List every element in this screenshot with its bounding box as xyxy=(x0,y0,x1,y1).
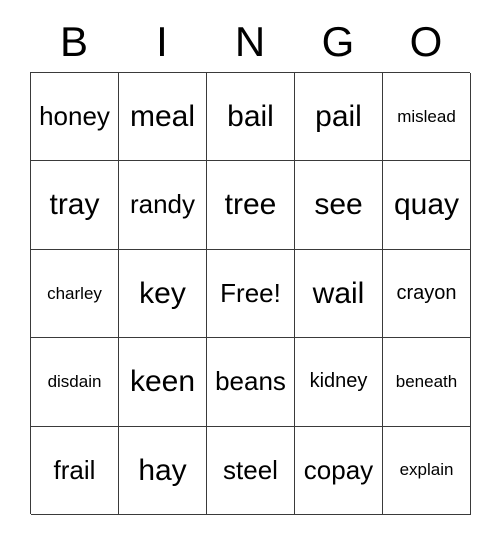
header-letter-g: G xyxy=(321,18,355,65)
header-letter-b: B xyxy=(59,18,88,65)
bingo-cell-n1[interactable]: bail xyxy=(207,73,295,162)
bingo-cell-g5[interactable]: copay xyxy=(295,426,383,515)
bingo-cell-n5[interactable]: steel xyxy=(207,426,295,515)
bingo-cell-label: bail xyxy=(227,99,274,133)
bingo-cell-label: wail xyxy=(312,276,365,310)
bingo-cell-label: randy xyxy=(129,189,196,220)
bingo-cell-label: beans xyxy=(215,366,286,397)
bingo-cell-label: tree xyxy=(224,188,277,222)
bingo-cell-b3[interactable]: charley xyxy=(31,249,119,339)
bingo-cell-o2[interactable]: quay xyxy=(383,161,471,250)
bingo-cell-i3[interactable]: key xyxy=(119,249,207,339)
bingo-cell-o3[interactable]: crayon xyxy=(383,249,471,339)
bingo-cell-label: meal xyxy=(129,99,196,133)
bingo-cell-label: frail xyxy=(53,454,96,485)
bingo-cell-label: see xyxy=(314,188,363,222)
bingo-cell-o4[interactable]: beneath xyxy=(383,338,471,427)
bingo-grid: honey meal bail pail mislead tray randy … xyxy=(30,72,471,515)
bingo-cell-label: disdain xyxy=(47,371,102,391)
bingo-card: B I N G O honey meal bail pail mislead t… xyxy=(0,0,500,544)
header-letter-n: N xyxy=(234,18,266,65)
bingo-cell-i5[interactable]: hay xyxy=(119,426,207,515)
free-space-label: Free! xyxy=(220,277,281,308)
bingo-cell-n4[interactable]: beans xyxy=(207,338,295,427)
bingo-cell-b5[interactable]: frail xyxy=(31,426,119,515)
bingo-cell-label: crayon xyxy=(396,281,457,304)
bingo-cell-i4[interactable]: keen xyxy=(119,338,207,427)
bingo-cell-g1[interactable]: pail xyxy=(295,73,383,162)
bingo-cell-b2[interactable]: tray xyxy=(31,161,119,250)
bingo-cell-g3[interactable]: wail xyxy=(295,249,383,339)
bingo-cell-i2[interactable]: randy xyxy=(119,161,207,250)
bingo-cell-label: keen xyxy=(129,365,196,399)
bingo-cell-label: hay xyxy=(138,453,187,487)
bingo-header-row: B I N G O xyxy=(30,16,470,68)
bingo-cell-label: steel xyxy=(223,454,278,485)
bingo-cell-label: copay xyxy=(303,454,374,485)
bingo-cell-i1[interactable]: meal xyxy=(119,73,207,162)
bingo-cell-label: key xyxy=(139,276,186,310)
bingo-cell-label: pail xyxy=(315,99,362,133)
bingo-cell-label: mislead xyxy=(397,106,456,126)
header-letter-i: I xyxy=(156,18,168,65)
bingo-cell-label: charley xyxy=(47,283,102,303)
bingo-cell-g2[interactable]: see xyxy=(295,161,383,250)
bingo-cell-label: honey xyxy=(39,101,110,132)
bingo-cell-n2[interactable]: tree xyxy=(207,161,295,250)
bingo-cell-label: quay xyxy=(393,188,460,222)
bingo-cell-label: beneath xyxy=(395,371,458,391)
bingo-cell-b4[interactable]: disdain xyxy=(31,338,119,427)
bingo-cell-o1[interactable]: mislead xyxy=(383,73,471,162)
header-letter-o: O xyxy=(409,18,443,65)
bingo-cell-free-space[interactable]: Free! xyxy=(207,249,295,339)
bingo-cell-g4[interactable]: kidney xyxy=(295,338,383,427)
bingo-cell-label: tray xyxy=(49,188,100,222)
bingo-cell-label: kidney xyxy=(309,370,368,393)
bingo-cell-b1[interactable]: honey xyxy=(31,73,119,162)
bingo-cell-o5[interactable]: explain xyxy=(383,426,471,515)
bingo-cell-label: explain xyxy=(399,460,454,480)
